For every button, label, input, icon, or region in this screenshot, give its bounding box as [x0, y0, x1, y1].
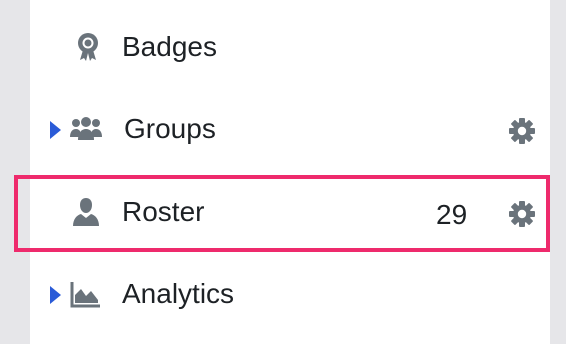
- nav-item-label: Roster: [122, 196, 205, 227]
- gear-icon[interactable]: [508, 200, 536, 228]
- area-chart-icon: [70, 278, 102, 310]
- expand-caret-icon[interactable]: [50, 121, 61, 139]
- course-nav-panel: Badges Groups Roster 29 Analytics: [30, 0, 550, 344]
- roster-count-badge: 29: [436, 199, 468, 230]
- gear-icon[interactable]: [508, 117, 536, 145]
- users-group-icon: [70, 113, 102, 145]
- nav-item-badges[interactable]: Badges: [30, 6, 550, 88]
- nav-item-groups[interactable]: Groups: [30, 88, 550, 170]
- nav-item-label: Badges: [122, 31, 217, 62]
- nav-item-analytics[interactable]: Analytics: [30, 253, 550, 335]
- user-icon: [70, 196, 102, 228]
- nav-item-label: Analytics: [122, 278, 235, 309]
- badge-ribbon-icon: [72, 31, 104, 63]
- expand-caret-icon[interactable]: [50, 286, 61, 304]
- nav-item-roster[interactable]: Roster 29: [30, 171, 550, 253]
- nav-item-label: Groups: [124, 113, 216, 144]
